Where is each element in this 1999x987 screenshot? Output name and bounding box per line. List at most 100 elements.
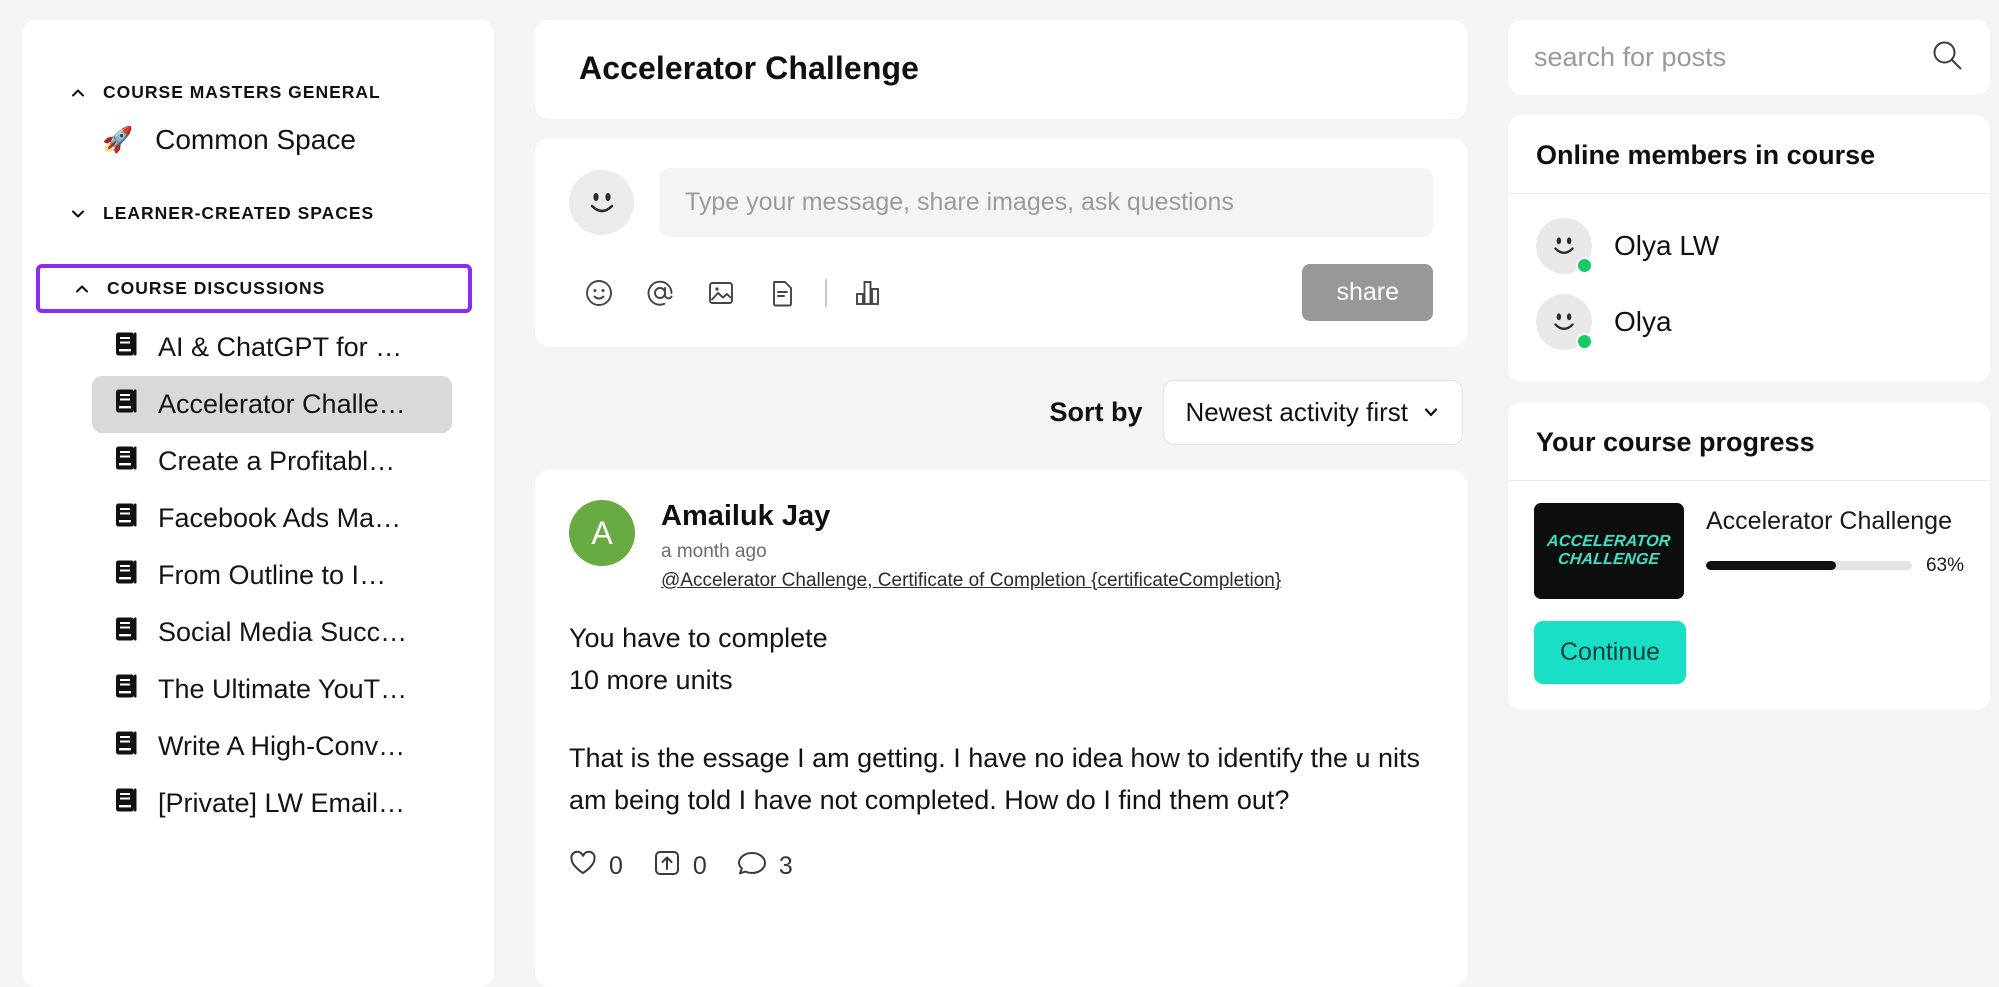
post-body-line-2: 10 more units bbox=[569, 664, 733, 695]
search-posts-card bbox=[1508, 20, 1990, 95]
comment-button[interactable]: 3 bbox=[737, 850, 793, 883]
sidebar-item-ai-chatgpt[interactable]: AI & ChatGPT for … bbox=[92, 319, 452, 376]
page-title: Accelerator Challenge bbox=[579, 50, 920, 86]
composer-toolbar: share bbox=[569, 264, 1433, 321]
course-thumbnail[interactable]: ACCELERATOR CHALLENGE bbox=[1534, 503, 1684, 599]
course-progress-row: ACCELERATOR CHALLENGE Accelerator Challe… bbox=[1534, 503, 1964, 599]
progress-bar-fill bbox=[1706, 561, 1836, 571]
sidebar-item-ultimate-youtube[interactable]: The Ultimate YouT… bbox=[92, 661, 452, 718]
search-input[interactable] bbox=[1534, 42, 1930, 73]
post-tags-link[interactable]: @Accelerator Challenge, Certificate of C… bbox=[661, 570, 1281, 592]
course-name: Accelerator Challenge bbox=[1706, 507, 1952, 535]
course-thumb-line-2: CHALLENGE bbox=[1557, 551, 1661, 568]
sidebar-section-label: LEARNER-CREATED SPACES bbox=[103, 203, 375, 223]
course-progress-title: Your course progress bbox=[1508, 402, 1990, 481]
comment-icon bbox=[737, 850, 767, 883]
sidebar-item-label: Accelerator Challe… bbox=[158, 389, 406, 419]
post-composer: share bbox=[535, 138, 1467, 347]
image-icon[interactable] bbox=[697, 273, 745, 313]
right-sidebar: Online members in course Olya LW bbox=[1508, 20, 1990, 987]
book-icon bbox=[114, 445, 138, 478]
heart-icon bbox=[569, 850, 597, 883]
post-reactions: 0 0 3 bbox=[569, 849, 1433, 884]
sort-row: Sort by Newest activity first bbox=[535, 366, 1467, 451]
sort-select[interactable]: Newest activity first bbox=[1162, 380, 1463, 445]
sidebar-item-label: From Outline to I… bbox=[158, 560, 387, 590]
sidebar-item-accelerator-challenge[interactable]: Accelerator Challe… bbox=[92, 376, 452, 433]
sidebar-item-from-outline-to[interactable]: From Outline to I… bbox=[92, 547, 452, 604]
member-name: Olya LW bbox=[1614, 230, 1720, 261]
progress-bar-row: 63% bbox=[1706, 555, 1964, 577]
sidebar-section-label: COURSE MASTERS GENERAL bbox=[103, 82, 381, 102]
sidebar-section-label: COURSE DISCUSSIONS bbox=[107, 278, 326, 298]
emoji-icon[interactable] bbox=[575, 273, 623, 313]
left-sidebar: COURSE MASTERS GENERAL 🚀 Common Space LE… bbox=[22, 20, 494, 987]
discussion-list: AI & ChatGPT for … Accelerator Challe… C… bbox=[22, 319, 494, 832]
post-meta: Amailuk Jay a month ago @Accelerator Cha… bbox=[661, 500, 1281, 592]
sidebar-item-social-media-success[interactable]: Social Media Succ… bbox=[92, 604, 452, 661]
post-item: A Amailuk Jay a month ago @Accelerator C… bbox=[535, 470, 1467, 987]
composer-input[interactable] bbox=[659, 168, 1433, 237]
sidebar-item-facebook-ads[interactable]: Facebook Ads Ma… bbox=[92, 490, 452, 547]
chevron-up-icon bbox=[74, 281, 90, 297]
sidebar-section-course-masters-general[interactable]: COURSE MASTERS GENERAL bbox=[22, 72, 494, 113]
sort-selected-value: Newest activity first bbox=[1185, 397, 1409, 427]
like-button[interactable]: 0 bbox=[569, 850, 623, 883]
online-status-dot bbox=[1576, 257, 1593, 274]
continue-button[interactable]: Continue bbox=[1534, 621, 1687, 684]
book-icon bbox=[114, 673, 138, 706]
sidebar-item-create-a-profitable[interactable]: Create a Profitabl… bbox=[92, 433, 452, 490]
avatar: A bbox=[569, 500, 635, 566]
sidebar-scroll-fade bbox=[22, 971, 494, 987]
post-body-spacer bbox=[569, 702, 1433, 738]
share-count: 0 bbox=[692, 852, 707, 881]
post-body: You have to complete 10 more units That … bbox=[569, 618, 1433, 821]
book-icon bbox=[114, 787, 138, 820]
post-timestamp: a month ago bbox=[661, 541, 767, 562]
share-up-icon bbox=[653, 849, 681, 884]
book-icon bbox=[114, 502, 138, 535]
poll-icon[interactable] bbox=[843, 273, 891, 313]
online-members-panel: Online members in course Olya LW Olya bbox=[1508, 115, 1990, 382]
list-item[interactable]: Olya LW bbox=[1536, 208, 1962, 284]
share-button[interactable]: share bbox=[1302, 264, 1433, 321]
sidebar-item-common-space[interactable]: 🚀 Common Space bbox=[22, 113, 494, 167]
smiley-avatar-icon bbox=[1536, 218, 1593, 274]
like-count: 0 bbox=[609, 852, 623, 881]
sidebar-item-label: Social Media Succ… bbox=[158, 617, 408, 647]
sidebar-item-private-lw-email[interactable]: [Private] LW Email… bbox=[92, 775, 452, 832]
sidebar-section-learner-created-spaces[interactable]: LEARNER-CREATED SPACES bbox=[22, 193, 494, 234]
book-icon bbox=[114, 559, 138, 592]
chevron-down-icon bbox=[70, 206, 86, 222]
sidebar-item-write-high-converting[interactable]: Write A High-Conv… bbox=[92, 718, 452, 775]
toolbar-divider bbox=[825, 278, 827, 307]
sidebar-item-label: The Ultimate YouT… bbox=[158, 674, 408, 704]
online-members-title: Online members in course bbox=[1508, 115, 1990, 194]
sort-label: Sort by bbox=[1049, 397, 1143, 427]
sidebar-item-label: AI & ChatGPT for … bbox=[158, 332, 403, 362]
smiley-avatar-icon bbox=[569, 170, 634, 235]
book-icon bbox=[114, 616, 138, 649]
search-icon[interactable] bbox=[1930, 38, 1964, 77]
online-members-list: Olya LW Olya bbox=[1508, 194, 1990, 382]
document-icon[interactable] bbox=[758, 273, 806, 313]
app-root: COURSE MASTERS GENERAL 🚀 Common Space LE… bbox=[0, 0, 1999, 987]
main-content: Accelerator Challenge Type your message,… bbox=[535, 20, 1467, 987]
sidebar-item-label: Facebook Ads Ma… bbox=[158, 503, 402, 533]
page-title-card: Accelerator Challenge bbox=[535, 20, 1467, 119]
chevron-down-icon bbox=[1422, 397, 1440, 428]
progress-bar-track bbox=[1706, 561, 1912, 571]
post-author: Amailuk Jay bbox=[661, 500, 831, 532]
sidebar-item-label: Write A High-Conv… bbox=[158, 731, 406, 761]
share-post-button[interactable]: 0 bbox=[653, 849, 707, 884]
mention-icon[interactable] bbox=[636, 273, 684, 313]
composer-row bbox=[569, 168, 1433, 237]
smiley-avatar-icon bbox=[1536, 294, 1593, 350]
post-body-line-1: You have to complete bbox=[569, 623, 828, 653]
sidebar-item-label: [Private] LW Email… bbox=[158, 788, 406, 818]
list-item[interactable]: Olya bbox=[1536, 284, 1962, 360]
comment-count: 3 bbox=[778, 852, 793, 881]
sidebar-section-course-discussions[interactable]: COURSE DISCUSSIONS bbox=[36, 264, 472, 313]
chevron-up-icon bbox=[70, 85, 86, 101]
book-icon bbox=[114, 730, 138, 763]
